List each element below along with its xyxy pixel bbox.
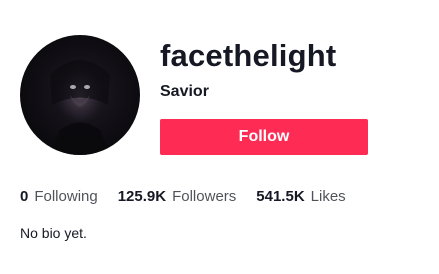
likes-count: 541.5K <box>256 188 305 205</box>
stat-followers[interactable]: 125.9K Followers <box>118 188 237 205</box>
follow-button[interactable]: Follow <box>160 119 368 155</box>
following-label: Following <box>34 188 98 205</box>
stat-following[interactable]: 0 Following <box>20 188 98 205</box>
username: facethelight <box>160 38 337 73</box>
avatar[interactable] <box>20 35 140 155</box>
stats-bar: 0 Following 125.9K Followers 541.5K Like… <box>20 188 366 205</box>
bio-text: No bio yet. <box>20 225 87 241</box>
likes-label: Likes <box>310 188 346 205</box>
followers-count: 125.9K <box>117 188 167 205</box>
nickname: Savior <box>160 83 209 100</box>
profile-header: facethelight Savior Follow 0 Following 1… <box>0 0 439 274</box>
stat-likes: 541.5K Likes <box>256 188 345 205</box>
following-count: 0 <box>20 188 29 205</box>
avatar-image <box>50 60 110 155</box>
followers-label: Followers <box>172 188 237 205</box>
